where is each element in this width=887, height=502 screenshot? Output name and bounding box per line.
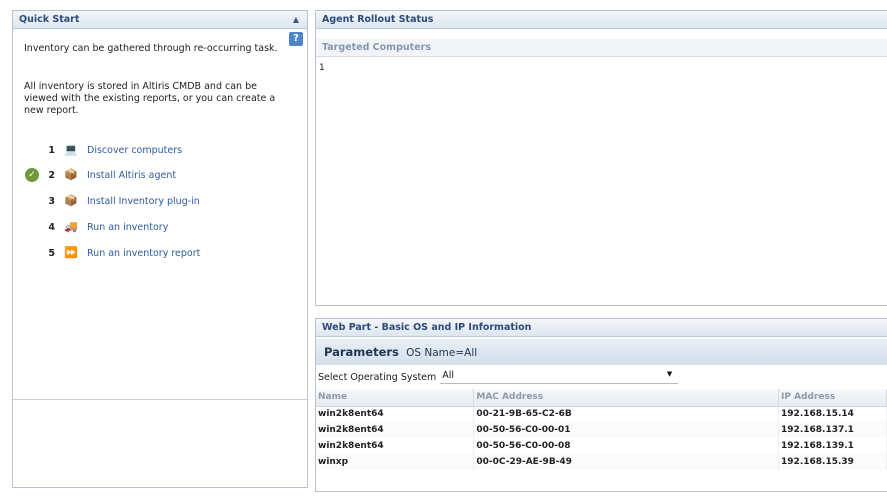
step-discover-computers[interactable]: 1 💻 Discover computers bbox=[25, 141, 182, 159]
parameters-bar: Parameters OS Name=All bbox=[316, 339, 887, 365]
package-install-icon: 📦 bbox=[64, 168, 78, 181]
cell-mac: 00-21-9B-65-C2-6B bbox=[473, 406, 780, 422]
step-number: 1 bbox=[48, 144, 55, 156]
quick-start-panel: Quick Start ▲ ? Inventory can be gathere… bbox=[12, 10, 308, 488]
table-row[interactable]: win2k8ent64 00-50-56-C0-00-08 192.168.13… bbox=[316, 438, 887, 454]
cell-ip: 192.168.139.1 bbox=[778, 438, 887, 454]
step-number: 5 bbox=[48, 247, 55, 259]
os-select-row: Select Operating System All ▼ bbox=[318, 370, 679, 384]
divider bbox=[13, 399, 307, 400]
table-header-row: Name MAC Address IP Address bbox=[316, 389, 887, 407]
step-run-report[interactable]: 5 ⏩ Run an inventory report bbox=[25, 244, 200, 262]
step-install-agent[interactable]: ✓ 2 📦 Install Altiris agent bbox=[25, 166, 176, 184]
step-number: 4 bbox=[48, 221, 55, 233]
column-header-name[interactable]: Name bbox=[316, 389, 475, 407]
collapse-arrow-icon[interactable]: ▲ bbox=[293, 15, 299, 24]
dropdown-arrow-icon[interactable]: ▼ bbox=[667, 370, 672, 378]
table-row[interactable]: win2k8ent64 00-21-9B-65-C2-6B 192.168.15… bbox=[316, 406, 887, 422]
os-ip-table: Name MAC Address IP Address win2k8ent64 … bbox=[316, 389, 887, 470]
step-install-plugin[interactable]: 3 📦 Install Inventory plug-in bbox=[25, 192, 200, 210]
targeted-computers-header: Targeted Computers bbox=[316, 39, 887, 57]
cell-mac: 00-0C-29-AE-9B-49 bbox=[473, 454, 780, 470]
quick-start-title: Quick Start bbox=[19, 14, 80, 25]
install-agent-link[interactable]: Install Altiris agent bbox=[87, 170, 176, 181]
check-done-icon: ✓ bbox=[25, 168, 39, 182]
step-number: 2 bbox=[48, 169, 55, 181]
inventory-run-icon: 🚚 bbox=[64, 220, 78, 233]
step-number: 3 bbox=[48, 195, 55, 207]
agent-rollout-title: Agent Rollout Status bbox=[316, 11, 887, 29]
os-select-value: All bbox=[442, 370, 455, 381]
column-header-ip[interactable]: IP Address bbox=[778, 389, 887, 407]
computer-discover-icon: 💻 bbox=[64, 143, 78, 156]
report-arrow-icon: ⏩ bbox=[64, 246, 78, 259]
web-part-panel: Web Part - Basic OS and IP Information P… bbox=[315, 318, 887, 492]
cell-ip: 192.168.15.39 bbox=[778, 454, 887, 470]
os-select-dropdown[interactable]: All ▼ bbox=[440, 370, 679, 384]
agent-rollout-panel: Agent Rollout Status Targeted Computers … bbox=[315, 10, 887, 306]
intro-text-1: Inventory can be gathered through re-occ… bbox=[24, 43, 278, 54]
run-inventory-link[interactable]: Run an inventory bbox=[87, 222, 168, 233]
parameters-label: Parameters bbox=[324, 345, 399, 359]
install-plugin-link[interactable]: Install Inventory plug-in bbox=[87, 196, 200, 207]
cell-ip: 192.168.15.14 bbox=[778, 406, 887, 422]
web-part-title: Web Part - Basic OS and IP Information bbox=[316, 319, 887, 337]
cell-name: win2k8ent64 bbox=[316, 438, 475, 454]
cell-name: winxp bbox=[316, 454, 475, 470]
parameters-value: OS Name=All bbox=[406, 347, 478, 359]
os-select-label: Select Operating System bbox=[318, 371, 437, 383]
table-row[interactable]: win2k8ent64 00-50-56-C0-00-01 192.168.13… bbox=[316, 422, 887, 438]
quick-start-header: Quick Start ▲ bbox=[13, 11, 307, 29]
targeted-computers-value: 1 bbox=[319, 63, 325, 73]
cell-name: win2k8ent64 bbox=[316, 406, 475, 422]
run-report-link[interactable]: Run an inventory report bbox=[87, 248, 200, 259]
cell-mac: 00-50-56-C0-00-08 bbox=[473, 438, 780, 454]
step-run-inventory[interactable]: 4 🚚 Run an inventory bbox=[25, 218, 168, 236]
cell-name: win2k8ent64 bbox=[316, 422, 475, 438]
discover-computers-link[interactable]: Discover computers bbox=[87, 145, 182, 156]
table-row[interactable]: winxp 00-0C-29-AE-9B-49 192.168.15.39 bbox=[316, 454, 887, 470]
package-install-icon: 📦 bbox=[64, 194, 78, 207]
intro-text-2: All inventory is stored in Altiris CMDB … bbox=[24, 81, 276, 116]
column-header-mac[interactable]: MAC Address bbox=[473, 389, 780, 407]
cell-ip: 192.168.137.1 bbox=[778, 422, 887, 438]
cell-mac: 00-50-56-C0-00-01 bbox=[473, 422, 780, 438]
